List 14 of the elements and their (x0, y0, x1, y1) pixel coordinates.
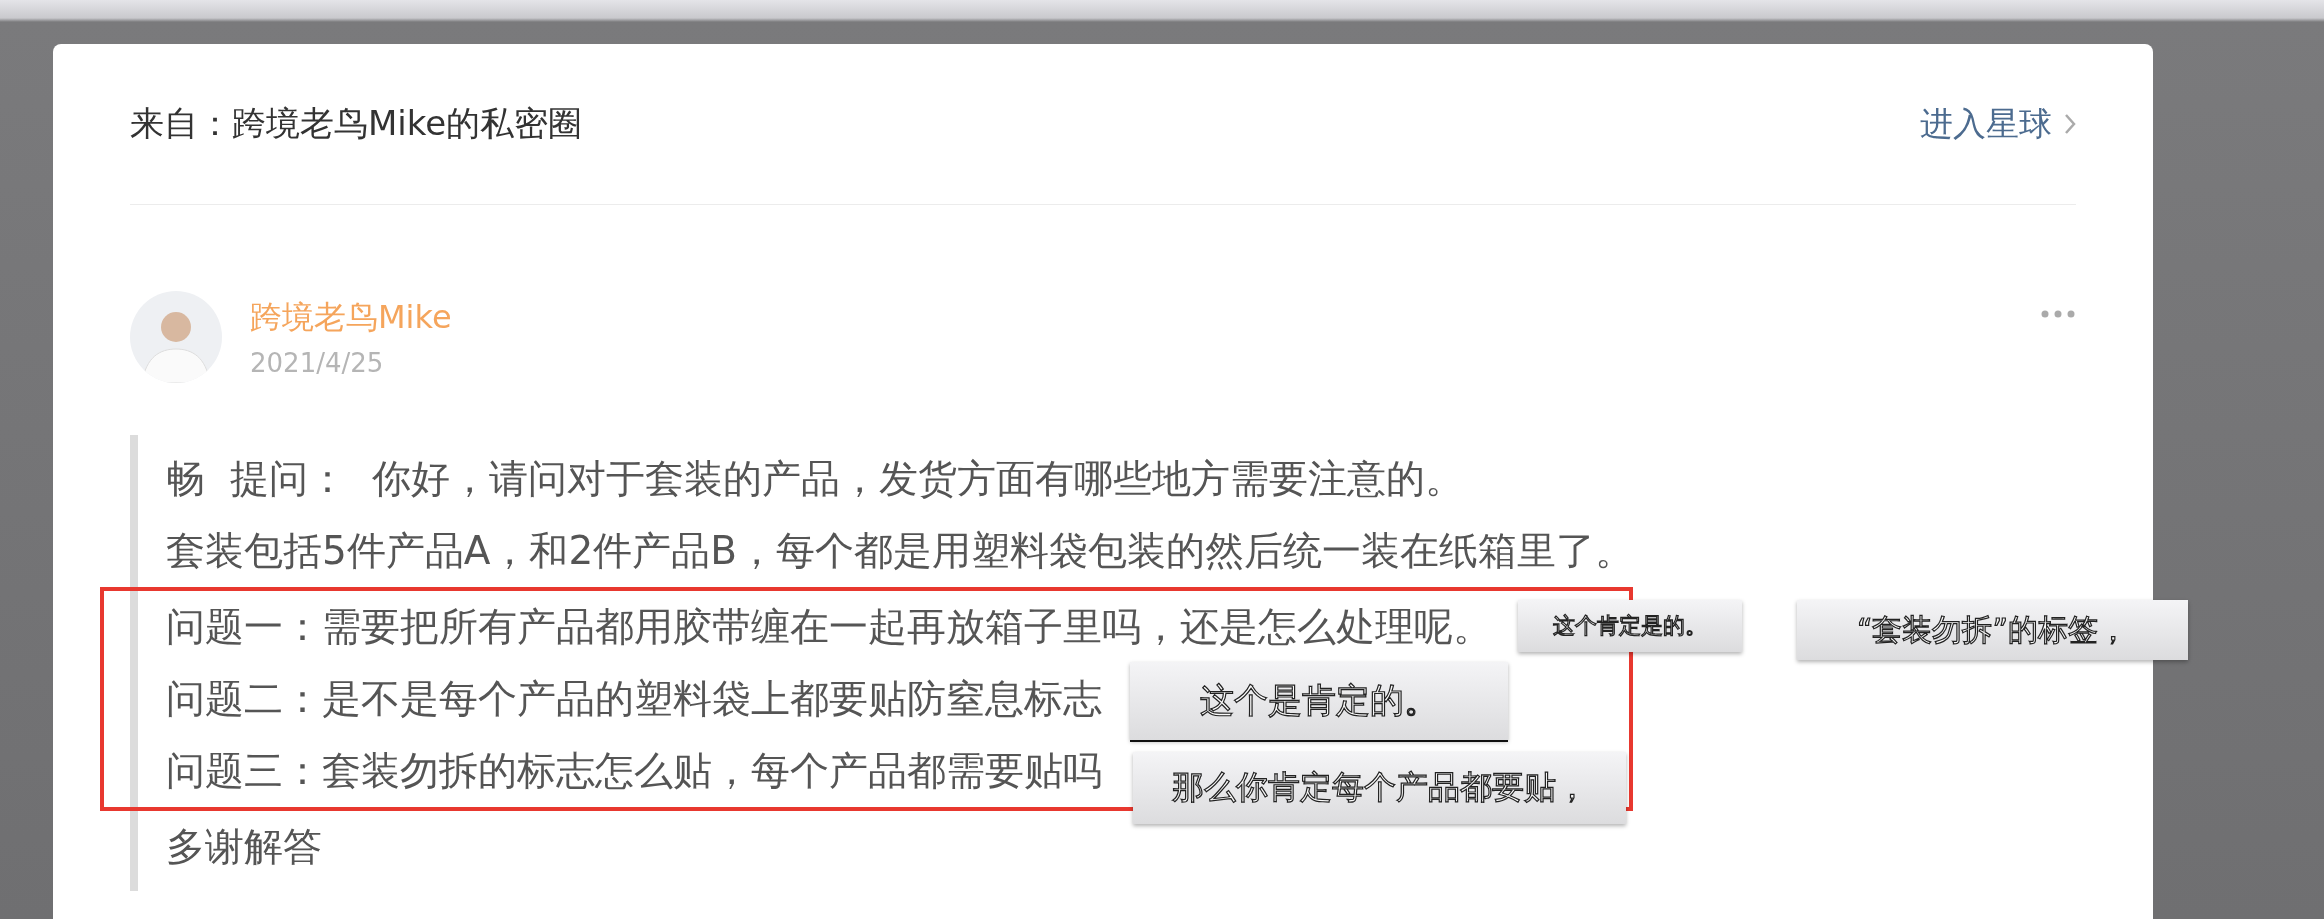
question-line: 问题二：是不是每个产品的塑料袋上都要贴防窒息标志 (166, 675, 1102, 723)
question-line: 畅 提问： 你好，请问对于套装的产品，发货方面有哪些地方需要注意的。 (166, 455, 1464, 503)
post-date: 2021/4/25 (250, 348, 385, 378)
question-line: 套装包括5件产品A，和2件产品B，每个都是用塑料袋包装的然后统一装在纸箱里了。 (166, 527, 1635, 575)
source-label: 来自：跨境老鸟Mike的私密圈 (130, 102, 583, 145)
question-line: 问题三：套装勿拆的标志怎么贴，每个产品都需要贴吗 (166, 747, 1102, 795)
chevron-right-icon (2064, 113, 2076, 135)
question-line: 多谢解答 (166, 823, 322, 871)
more-icon[interactable] (2040, 309, 2076, 319)
enter-link[interactable]: 进入星球 (1920, 101, 2076, 147)
caption-label: 那么你肯定每个产品都要贴， (1133, 752, 1626, 824)
question-line: 问题一：需要把所有产品都用胶带缠在一起再放箱子里吗，还是怎么处理呢。 (166, 603, 1492, 651)
caption-label: 这个肯定是的。 (1518, 600, 1742, 652)
caption-label: “套装勿拆”的标签， (1797, 600, 2188, 660)
